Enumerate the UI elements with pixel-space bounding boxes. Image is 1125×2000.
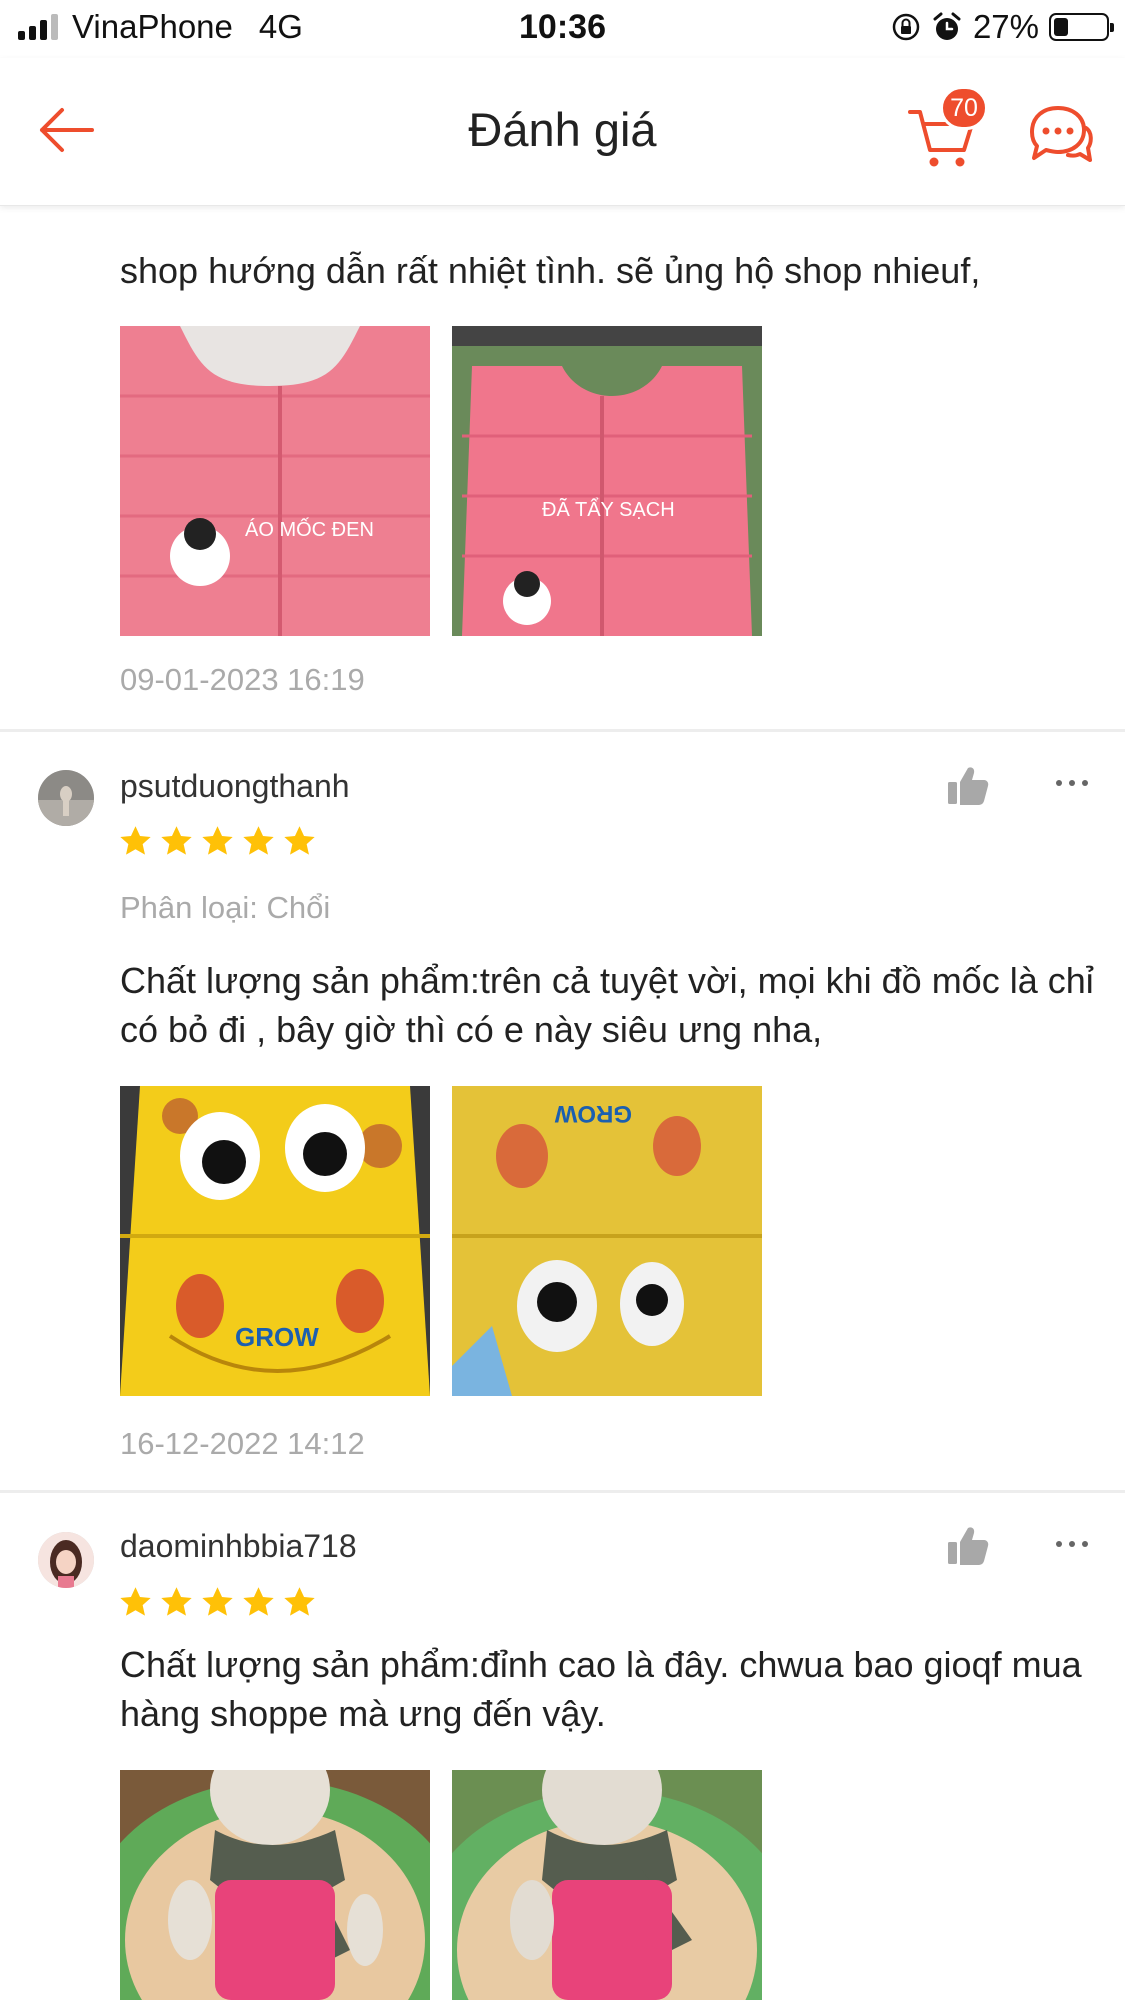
battery-level (1054, 18, 1068, 36)
review-text: Chất lượng sản phẩm:đỉnh cao là đây. chw… (120, 1644, 1082, 1734)
reviewer-username[interactable]: psutduongthanh (120, 768, 350, 805)
review-divider (0, 729, 1125, 732)
avatar-image (38, 1532, 94, 1588)
star-icon (120, 1587, 151, 1616)
star-icon (284, 1587, 315, 1616)
variation-label: Phân loại: Chổi (120, 890, 331, 925)
pink-vest-photo: ÁO MỐC ĐEN (120, 326, 430, 636)
review-divider (0, 1490, 1125, 1493)
rating-stars (118, 824, 317, 859)
review-text: Chất lượng sản phẩm:trên cả tuyệt vời, m… (120, 960, 1094, 1050)
review-photo[interactable]: ÁO MỐC ĐEN (120, 326, 430, 636)
plush-bunny-photo (120, 1770, 430, 2000)
reviewer-username[interactable]: daominhbbia718 (120, 1528, 357, 1565)
plush-bunny-photo (452, 1770, 762, 2000)
review-text: shop hướng dẫn rất nhiệt tình. sẽ ủng hộ… (120, 250, 981, 291)
avatar-image (38, 770, 94, 826)
cart-count-badge: 70 (940, 86, 988, 130)
avatar[interactable] (38, 770, 94, 826)
battery-percent: 27% (972, 8, 1039, 45)
star-icon (161, 826, 192, 855)
alarm-icon (933, 12, 961, 40)
avatar[interactable] (38, 1532, 94, 1588)
rating-stars (118, 1585, 317, 1620)
more-options-button[interactable] (1056, 1541, 1088, 1553)
photo-caption: ÁO MỐC ĐEN (245, 517, 374, 541)
rotation-lock-icon (892, 13, 920, 41)
review-photo[interactable] (452, 1770, 762, 2000)
star-icon (202, 826, 233, 855)
yellow-backpack-photo: GROW (452, 1086, 762, 1396)
like-button[interactable] (946, 1524, 990, 1568)
review-photo[interactable]: ĐÃ TẨY SẠCH (452, 326, 762, 636)
status-right: 27% (891, 8, 1114, 46)
review-photo[interactable]: GROW (120, 1086, 430, 1396)
photo-caption: GROW (554, 1100, 632, 1127)
star-icon (284, 826, 315, 855)
battery-icon (1049, 13, 1114, 41)
status-bar: VinaPhone 4G 10:36 27% (0, 0, 1125, 58)
star-icon (243, 826, 274, 855)
photo-caption: ĐÃ TẨY SẠCH (542, 497, 675, 521)
star-icon (161, 1587, 192, 1616)
yellow-backpack-photo: GROW (120, 1086, 430, 1396)
star-icon (243, 1587, 274, 1616)
app-header: Đánh giá 70 (0, 58, 1125, 206)
review-date: 16-12-2022 14:12 (120, 1426, 365, 1461)
more-options-button[interactable] (1056, 780, 1088, 792)
like-button[interactable] (946, 764, 990, 808)
review-date: 09-01-2023 16:19 (120, 662, 365, 697)
star-icon (202, 1587, 233, 1616)
star-icon (120, 826, 151, 855)
review-photo[interactable] (120, 1770, 430, 2000)
review-photo[interactable]: GROW (452, 1086, 762, 1396)
pink-vest-photo: ĐÃ TẨY SẠCH (452, 326, 762, 636)
chat-button[interactable] (1024, 102, 1094, 168)
photo-caption: GROW (235, 1322, 319, 1352)
